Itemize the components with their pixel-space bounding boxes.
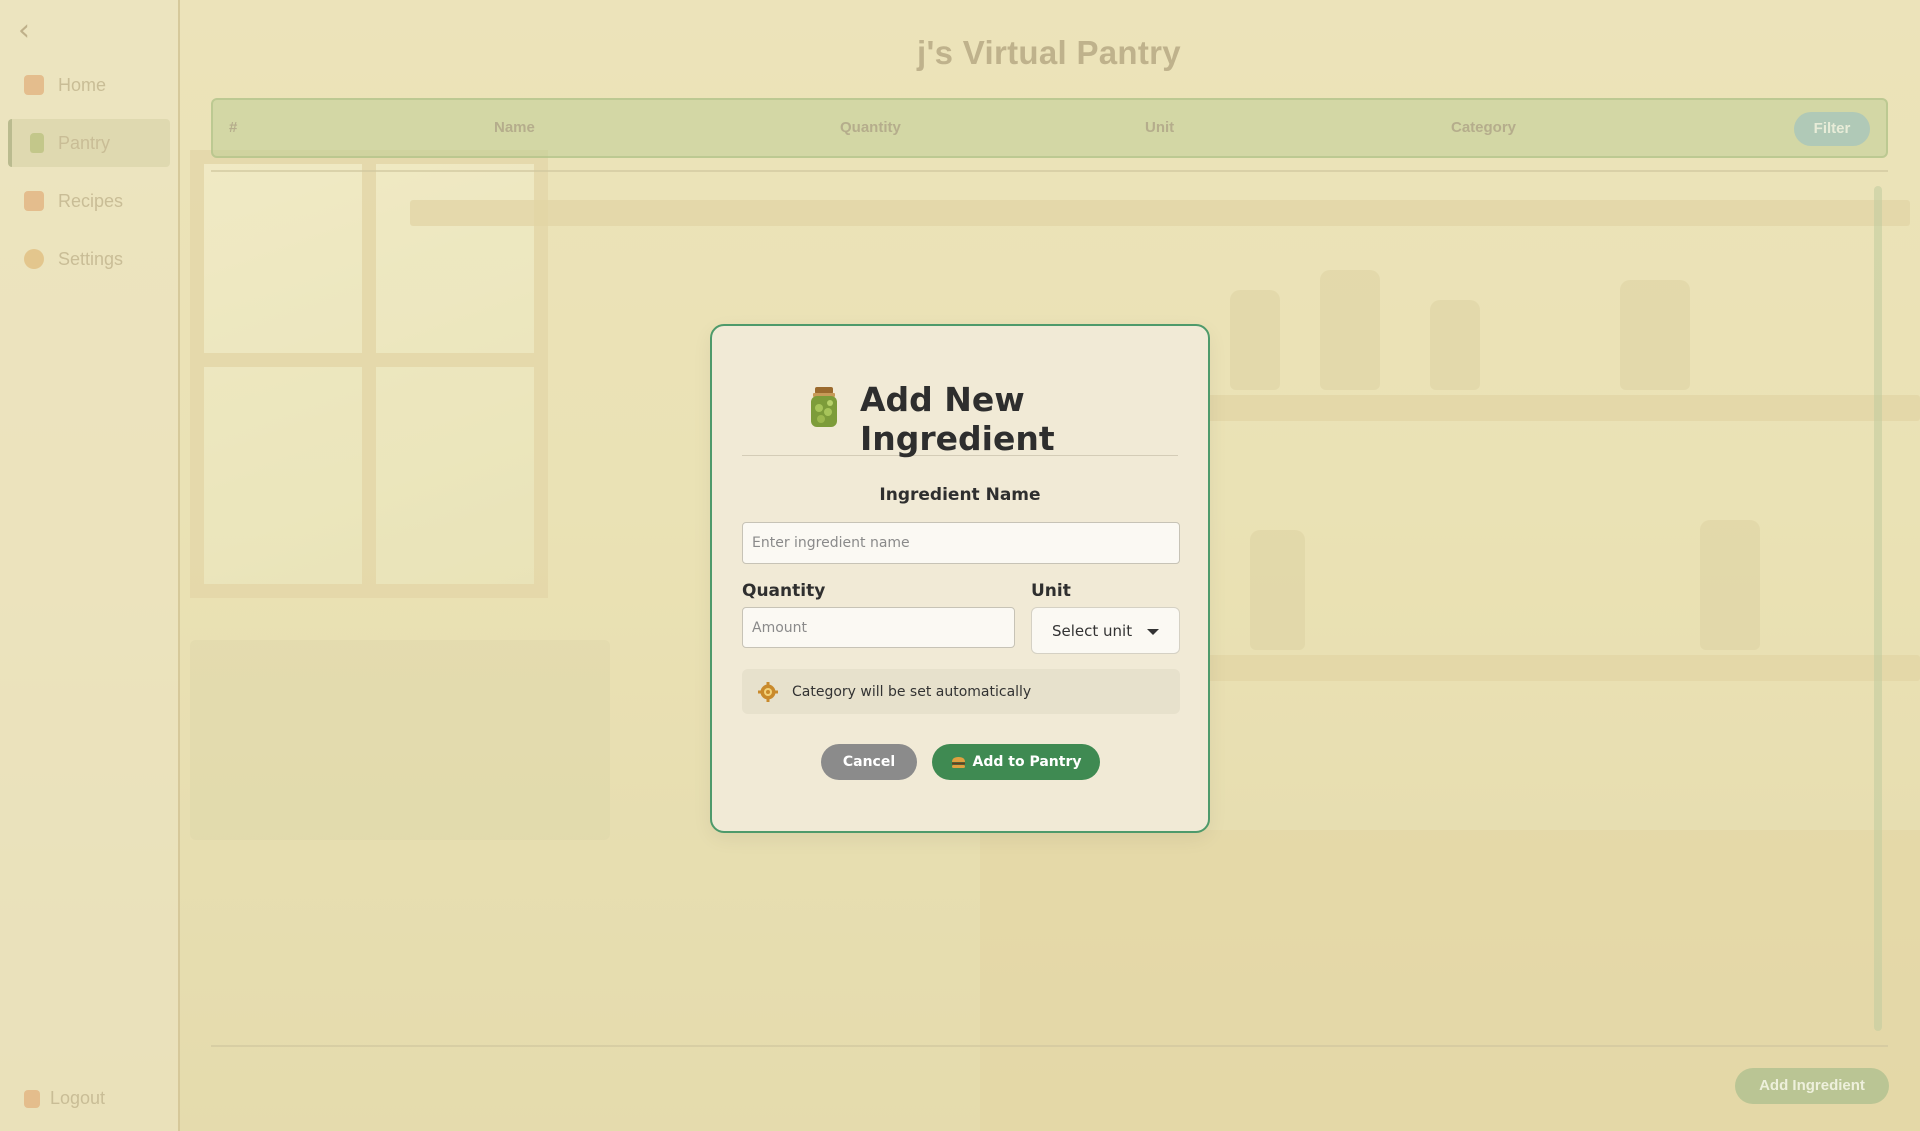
jar-icon [811, 387, 837, 427]
gear-icon [758, 681, 778, 702]
burger-icon [951, 756, 965, 768]
chevron-down-icon [1147, 629, 1159, 635]
filter-button[interactable]: Filter [1794, 112, 1870, 146]
sidebar-item-pantry[interactable]: Pantry [8, 119, 170, 167]
cancel-button[interactable]: Cancel [821, 744, 917, 780]
quantity-label: Quantity [742, 581, 826, 601]
divider [211, 1045, 1888, 1047]
scrollbar[interactable] [1874, 186, 1882, 1031]
column-header-quantity[interactable]: Quantity [840, 100, 901, 156]
add-ingredient-modal: Add New Ingredient Ingredient Name Quant… [710, 324, 1210, 833]
sidebar-item-recipes[interactable]: Recipes [8, 177, 170, 225]
sidebar-item-label: Home [58, 74, 107, 95]
home-icon [24, 75, 44, 95]
sidebar-item-label: Pantry [58, 132, 111, 153]
ingredient-name-label: Ingredient Name [879, 485, 1041, 505]
add-ingredient-button[interactable]: Add Ingredient [1735, 1068, 1889, 1104]
column-header-category[interactable]: Category [1451, 100, 1516, 156]
recipe-book-icon [24, 191, 44, 211]
divider [211, 170, 1888, 172]
category-info-note: Category will be set automatically [742, 669, 1180, 714]
ingredient-name-input[interactable] [742, 522, 1180, 564]
chevron-left-icon[interactable]: ‹ [18, 16, 30, 46]
sidebar-item-label: Recipes [58, 190, 124, 211]
add-to-pantry-button[interactable]: Add to Pantry [932, 744, 1100, 780]
jar-icon [30, 133, 44, 153]
gear-icon [24, 249, 44, 269]
modal-title: Add New Ingredient [860, 380, 1055, 458]
logout-label: Logout [50, 1088, 106, 1108]
category-note-text: Category will be set automatically [792, 683, 1032, 700]
table-header: # Name Quantity Unit Category Filter [211, 98, 1888, 158]
add-to-pantry-label: Add to Pantry [972, 754, 1082, 770]
modal-header: Add New Ingredient [742, 326, 1178, 458]
logout-icon [24, 1089, 40, 1108]
column-header-unit[interactable]: Unit [1145, 100, 1174, 156]
sidebar-item-settings[interactable]: Settings [8, 235, 170, 283]
unit-selected-value: Select unit [1052, 621, 1133, 640]
unit-label: Unit [1031, 581, 1071, 601]
column-header-name[interactable]: Name [494, 100, 535, 156]
page-title: j's Virtual Pantry [917, 34, 1181, 71]
column-header-number[interactable]: # [229, 100, 237, 156]
logout-button[interactable]: Logout [24, 1088, 105, 1109]
quantity-input[interactable] [742, 607, 1015, 648]
sidebar-item-label: Settings [58, 248, 124, 269]
sidebar: ‹ Home Pantry Recipes Settings Logout [0, 0, 180, 1131]
unit-select[interactable]: Select unit [1031, 607, 1180, 654]
sidebar-item-home[interactable]: Home [8, 61, 170, 109]
